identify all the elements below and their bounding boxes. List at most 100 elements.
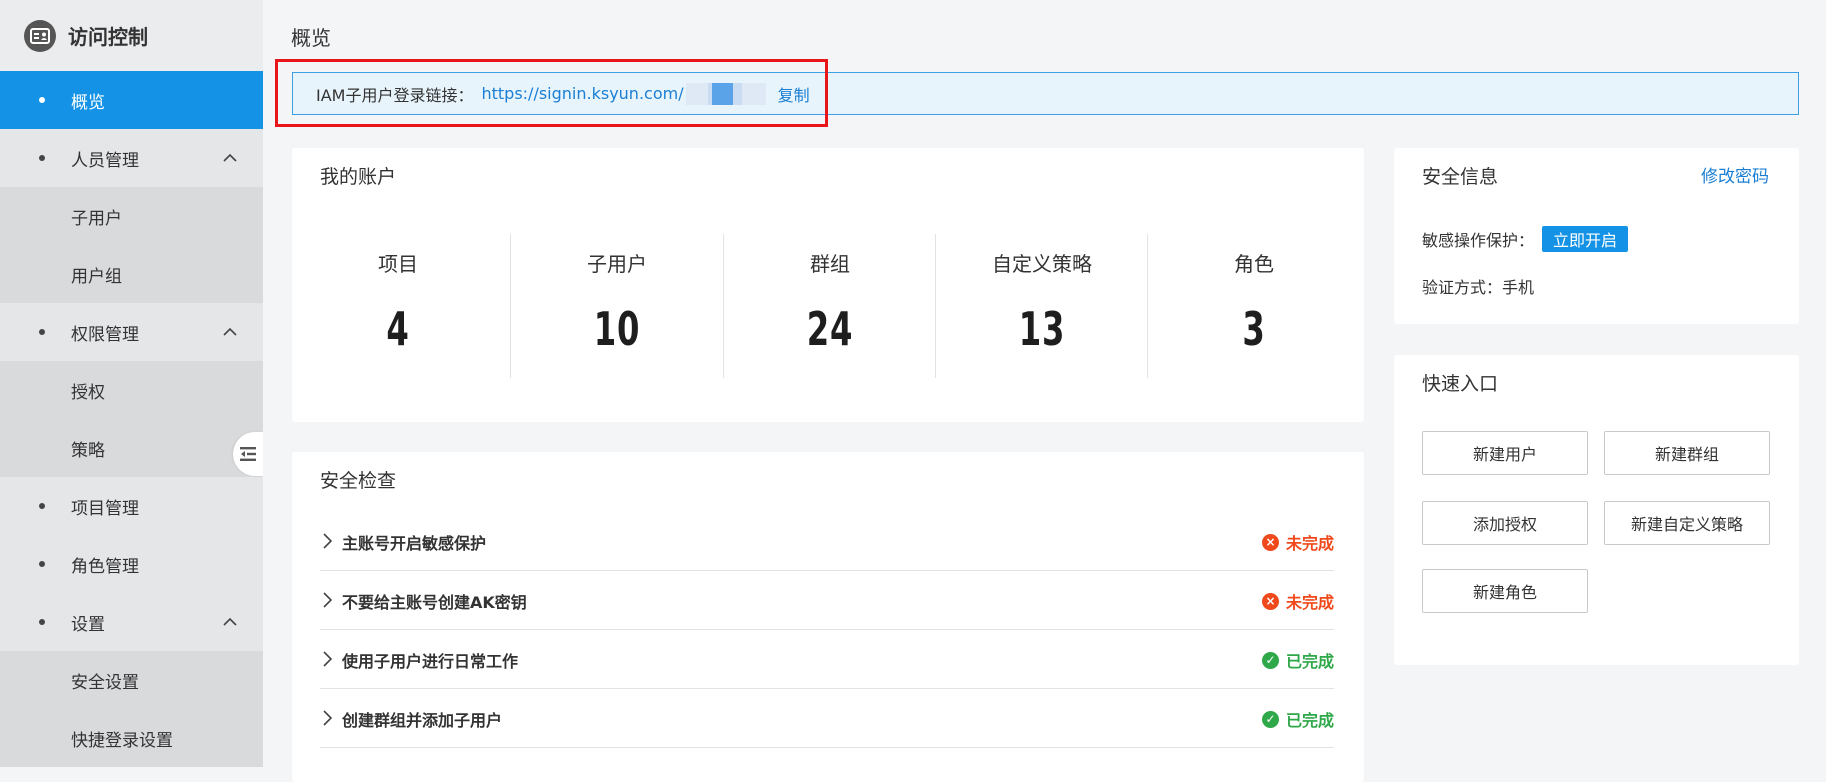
my-account-title: 我的账户 — [320, 166, 397, 188]
stat-value: 10 — [593, 302, 641, 356]
sidebar-item-label: 角色管理 — [71, 556, 139, 577]
sidebar-submenu-settings: 安全设置 快捷登录设置 — [0, 651, 263, 767]
sidebar-item-label: 权限管理 — [71, 324, 139, 345]
redacted-mask — [685, 82, 766, 105]
error-circle-icon: × — [1261, 533, 1279, 551]
check-circle-icon: ✓ — [1261, 710, 1279, 728]
sidebar-item-label: 概览 — [71, 92, 105, 113]
stat-label: 群组 — [810, 252, 850, 276]
stat-groups[interactable]: 群组 24 — [724, 234, 936, 378]
sidebar-item-label: 人员管理 — [71, 150, 139, 171]
security-info-title: 安全信息 — [1422, 166, 1499, 188]
sidebar-item-people-management[interactable]: 人员管理 — [0, 129, 263, 187]
security-check-card: 安全检查 主账号开启敏感保护 × 未完成 不要给主账号创建AK密钥 × 未完成 … — [292, 452, 1364, 782]
sidebar-submenu-permission: 授权 策略 — [0, 361, 263, 477]
login-link-url[interactable]: https://signin.ksyun.com/ — [481, 84, 683, 103]
quick-entry-card: 快速入口 新建用户 新建群组 添加授权 新建自定义策略 新建角色 — [1394, 355, 1799, 665]
security-check-label: 不要给主账号创建AK密钥 — [342, 593, 527, 612]
security-check-label: 主账号开启敏感保护 — [342, 534, 487, 553]
sidebar-item-label: 安全设置 — [71, 672, 139, 693]
sidebar-item-user-groups[interactable]: 用户组 — [0, 245, 263, 303]
change-password-link[interactable]: 修改密码 — [1701, 162, 1769, 187]
new-custom-policy-button[interactable]: 新建自定义策略 — [1604, 501, 1770, 545]
security-check-title: 安全检查 — [320, 470, 397, 492]
stat-custom-policies[interactable]: 自定义策略 13 — [936, 234, 1148, 378]
sensitive-protection-label: 敏感操作保护： — [1422, 231, 1535, 250]
new-role-button[interactable]: 新建角色 — [1422, 569, 1588, 613]
login-link-label: IAM子用户登录链接： — [316, 85, 474, 105]
verify-method-text: 验证方式：手机 — [1422, 278, 1535, 297]
stat-value: 13 — [1018, 302, 1066, 356]
check-circle-icon: ✓ — [1261, 651, 1279, 669]
status-text: 已完成 — [1285, 652, 1334, 671]
security-check-item[interactable]: 创建群组并添加子用户 ✓ 已完成 — [320, 689, 1334, 748]
bullet-icon — [39, 561, 45, 567]
chevron-up-icon — [223, 153, 237, 162]
stat-value: 3 — [1242, 302, 1266, 356]
stat-value: 4 — [386, 302, 410, 356]
sidebar-item-permission-management[interactable]: 权限管理 — [0, 303, 263, 361]
chevron-right-icon — [323, 533, 333, 549]
sidebar-item-label: 策略 — [71, 440, 105, 461]
bullet-icon — [39, 619, 45, 625]
sidebar-item-label: 项目管理 — [71, 498, 139, 519]
bullet-icon — [39, 329, 45, 335]
bullet-icon — [39, 155, 45, 161]
chevron-right-icon — [323, 651, 333, 667]
stat-label: 自定义策略 — [992, 252, 1092, 276]
sidebar-item-quick-login-settings[interactable]: 快捷登录设置 — [0, 709, 263, 767]
security-check-item[interactable]: 主账号开启敏感保护 × 未完成 — [320, 512, 1334, 571]
collapse-menu-icon — [240, 447, 256, 461]
status-text: 未完成 — [1285, 534, 1334, 553]
bullet-icon — [39, 503, 45, 509]
sidebar-item-role-management[interactable]: 角色管理 — [0, 535, 263, 593]
login-link-bar: IAM子用户登录链接： https://signin.ksyun.com/ 复制 — [292, 72, 1799, 115]
security-check-label: 使用子用户进行日常工作 — [342, 652, 519, 671]
sidebar-item-overview[interactable]: 概览 — [0, 71, 263, 129]
sidebar-item-sub-users[interactable]: 子用户 — [0, 187, 263, 245]
access-control-icon — [24, 19, 56, 52]
security-check-item[interactable]: 使用子用户进行日常工作 ✓ 已完成 — [320, 630, 1334, 689]
quick-entry-title: 快速入口 — [1422, 373, 1499, 395]
page-title: 概览 — [291, 26, 331, 50]
sidebar: 访问控制 概览 人员管理 子用户 用户组 权限管理 授权 策略 项目管理 角色管… — [0, 0, 263, 767]
chevron-right-icon — [323, 592, 333, 608]
stat-value: 24 — [806, 302, 854, 356]
stat-label: 子用户 — [587, 252, 647, 276]
my-account-card: 我的账户 项目 4 子用户 10 群组 24 自定义策略 13 角色 3 — [292, 148, 1364, 422]
stat-sub-users[interactable]: 子用户 10 — [511, 234, 723, 378]
status-complete: ✓ 已完成 — [1261, 707, 1334, 731]
stat-roles[interactable]: 角色 3 — [1148, 234, 1360, 378]
chevron-right-icon — [323, 710, 333, 726]
sidebar-item-label: 授权 — [71, 382, 105, 403]
sidebar-item-policies[interactable]: 策略 — [0, 419, 263, 477]
sidebar-item-project-management[interactable]: 项目管理 — [0, 477, 263, 535]
sidebar-item-label: 快捷登录设置 — [71, 730, 173, 751]
stat-projects[interactable]: 项目 4 — [292, 234, 504, 378]
sidebar-brand: 访问控制 — [0, 0, 263, 71]
chevron-up-icon — [223, 617, 237, 626]
chevron-up-icon — [223, 327, 237, 336]
new-user-button[interactable]: 新建用户 — [1422, 431, 1588, 475]
bullet-icon — [39, 97, 45, 103]
status-text: 未完成 — [1285, 593, 1334, 612]
security-info-card: 安全信息 修改密码 敏感操作保护： 立即开启 验证方式：手机 — [1394, 148, 1799, 324]
status-incomplete: × 未完成 — [1261, 530, 1334, 554]
sidebar-item-authorization[interactable]: 授权 — [0, 361, 263, 419]
sensitive-protection-row: 敏感操作保护： 立即开启 — [1422, 226, 1629, 252]
error-circle-icon: × — [1261, 592, 1279, 610]
sidebar-submenu-people: 子用户 用户组 — [0, 187, 263, 303]
stat-label: 角色 — [1234, 252, 1274, 276]
sidebar-item-label: 子用户 — [71, 208, 122, 229]
copy-link-button[interactable]: 复制 — [778, 82, 810, 106]
add-authorization-button[interactable]: 添加授权 — [1422, 501, 1588, 545]
sidebar-item-security-settings[interactable]: 安全设置 — [0, 651, 263, 709]
stat-label: 项目 — [378, 252, 418, 276]
enable-now-button[interactable]: 立即开启 — [1542, 226, 1629, 252]
sidebar-item-settings[interactable]: 设置 — [0, 593, 263, 651]
status-text: 已完成 — [1285, 711, 1334, 730]
status-incomplete: × 未完成 — [1261, 589, 1334, 613]
security-check-item[interactable]: 不要给主账号创建AK密钥 × 未完成 — [320, 571, 1334, 630]
sidebar-item-label: 用户组 — [71, 266, 122, 287]
new-group-button[interactable]: 新建群组 — [1604, 431, 1770, 475]
